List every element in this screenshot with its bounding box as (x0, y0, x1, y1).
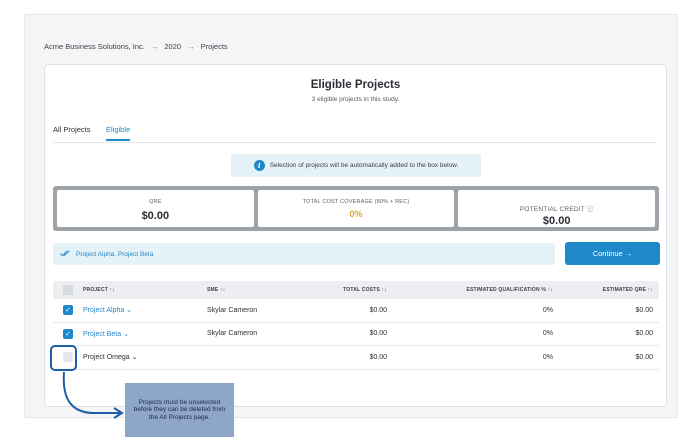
qre-cell: $0.00 (635, 353, 653, 361)
eligible-projects-card: Eligible Projects 3 eligible projects in… (44, 64, 667, 407)
stat-coverage-value: 0% (349, 209, 363, 219)
column-header-project[interactable]: PROJECT ↑↓ (83, 287, 207, 293)
double-check-icon (60, 249, 71, 259)
tab-all-projects[interactable]: All Projects (53, 125, 91, 139)
table-row: ✓ Project Beta ⌄ Skylar Cameron $0.00 0%… (53, 323, 659, 346)
qre-cell: $0.00 (635, 306, 653, 314)
breadcrumb-arrow-icon: → (187, 42, 195, 51)
projects-table: PROJECT ↑↓ SME ↑↓ TOTAL COSTS ↑↓ ESTIMAT… (53, 281, 659, 370)
page-subtitle: 3 eligible projects in this study. (311, 96, 400, 103)
selected-projects-text: Project Alpha, Project Beta (76, 250, 154, 258)
page-title: Eligible Projects (310, 79, 401, 91)
stat-coverage: TOTAL COST COVERAGE (80% + REC) 0% (257, 190, 455, 227)
column-header-costs[interactable]: TOTAL COSTS ↑↓ (317, 287, 387, 293)
stat-qre: QRE $0.00 (57, 190, 254, 227)
breadcrumb: Acme Business Solutions, Inc. → 2020 → P… (44, 42, 228, 51)
tab-eligible[interactable]: Eligible (106, 125, 131, 141)
stat-coverage-label: TOTAL COST COVERAGE (80% + REC) (302, 199, 410, 205)
breadcrumb-year[interactable]: 2020 (164, 42, 181, 51)
annotation-callout: Projects must be unselected before they … (125, 383, 234, 437)
row-checkbox[interactable]: ✓ (63, 305, 73, 316)
project-link[interactable]: Project Alpha ⌄ (83, 306, 207, 314)
stats-panel: QRE $0.00 TOTAL COST COVERAGE (80% + REC… (53, 186, 659, 231)
qre-cell: $0.00 (635, 330, 653, 338)
info-banner: i Selection of projects will be automati… (231, 154, 481, 177)
checkbox-highlight-box (50, 345, 77, 371)
costs-cell: $0.00 (369, 353, 387, 361)
select-all-checkbox[interactable] (63, 285, 73, 295)
breadcrumb-company[interactable]: Acme Business Solutions, Inc. (44, 42, 145, 51)
row-checkbox[interactable]: ✓ (63, 328, 73, 339)
sme-cell: Skylar Cameron (207, 330, 258, 338)
table-row: ✓ Project Alpha ⌄ Skylar Cameron $0.00 0… (53, 299, 659, 323)
info-icon: i (253, 160, 265, 171)
column-header-sme[interactable]: SME ↑↓ (207, 287, 317, 293)
project-link[interactable]: Project Omega ⌄ (83, 353, 207, 361)
table-header: PROJECT ↑↓ SME ↑↓ TOTAL COSTS ↑↓ ESTIMAT… (53, 281, 659, 299)
info-banner-text: Selection of projects will be automatica… (269, 162, 459, 169)
stat-credit-value: $0.00 (542, 215, 571, 227)
stat-qre-label: QRE (149, 199, 162, 205)
selected-projects-bar: Project Alpha, Project Beta (53, 243, 555, 265)
column-header-qualification[interactable]: ESTIMATED QUALIFICATION % ↑↓ (387, 287, 553, 293)
sme-cell: Skylar Cameron (207, 306, 258, 314)
page-container: Acme Business Solutions, Inc. → 2020 → P… (24, 14, 678, 418)
column-header-qre[interactable]: ESTIMATED QRE ↑↓ (553, 287, 657, 293)
tab-bar: All Projects Eligible (53, 125, 656, 143)
qualification-cell: 0% (542, 330, 553, 338)
row-checkbox-cell: ✓ (53, 328, 83, 339)
breadcrumb-current: Projects (200, 42, 228, 51)
breadcrumb-arrow-icon: → (150, 42, 159, 51)
qualification-cell: 0% (542, 306, 553, 314)
costs-cell: $0.00 (369, 306, 387, 314)
costs-cell: $0.00 (369, 330, 387, 338)
continue-button[interactable]: Continue → (565, 242, 660, 265)
stat-credit-label[interactable]: POTENTIAL CREDIT ⓘ (458, 203, 655, 213)
stat-credit: POTENTIAL CREDIT ⓘ $0.00 (458, 190, 656, 227)
stat-qre-value: $0.00 (141, 210, 170, 222)
row-checkbox-cell: ✓ (53, 305, 83, 316)
table-row: Project Omega ⌄ $0.00 0% $0.00 (53, 346, 659, 370)
qualification-cell: 0% (542, 353, 553, 361)
project-link[interactable]: Project Beta ⌄ (83, 330, 207, 338)
select-all-cell (53, 285, 83, 295)
